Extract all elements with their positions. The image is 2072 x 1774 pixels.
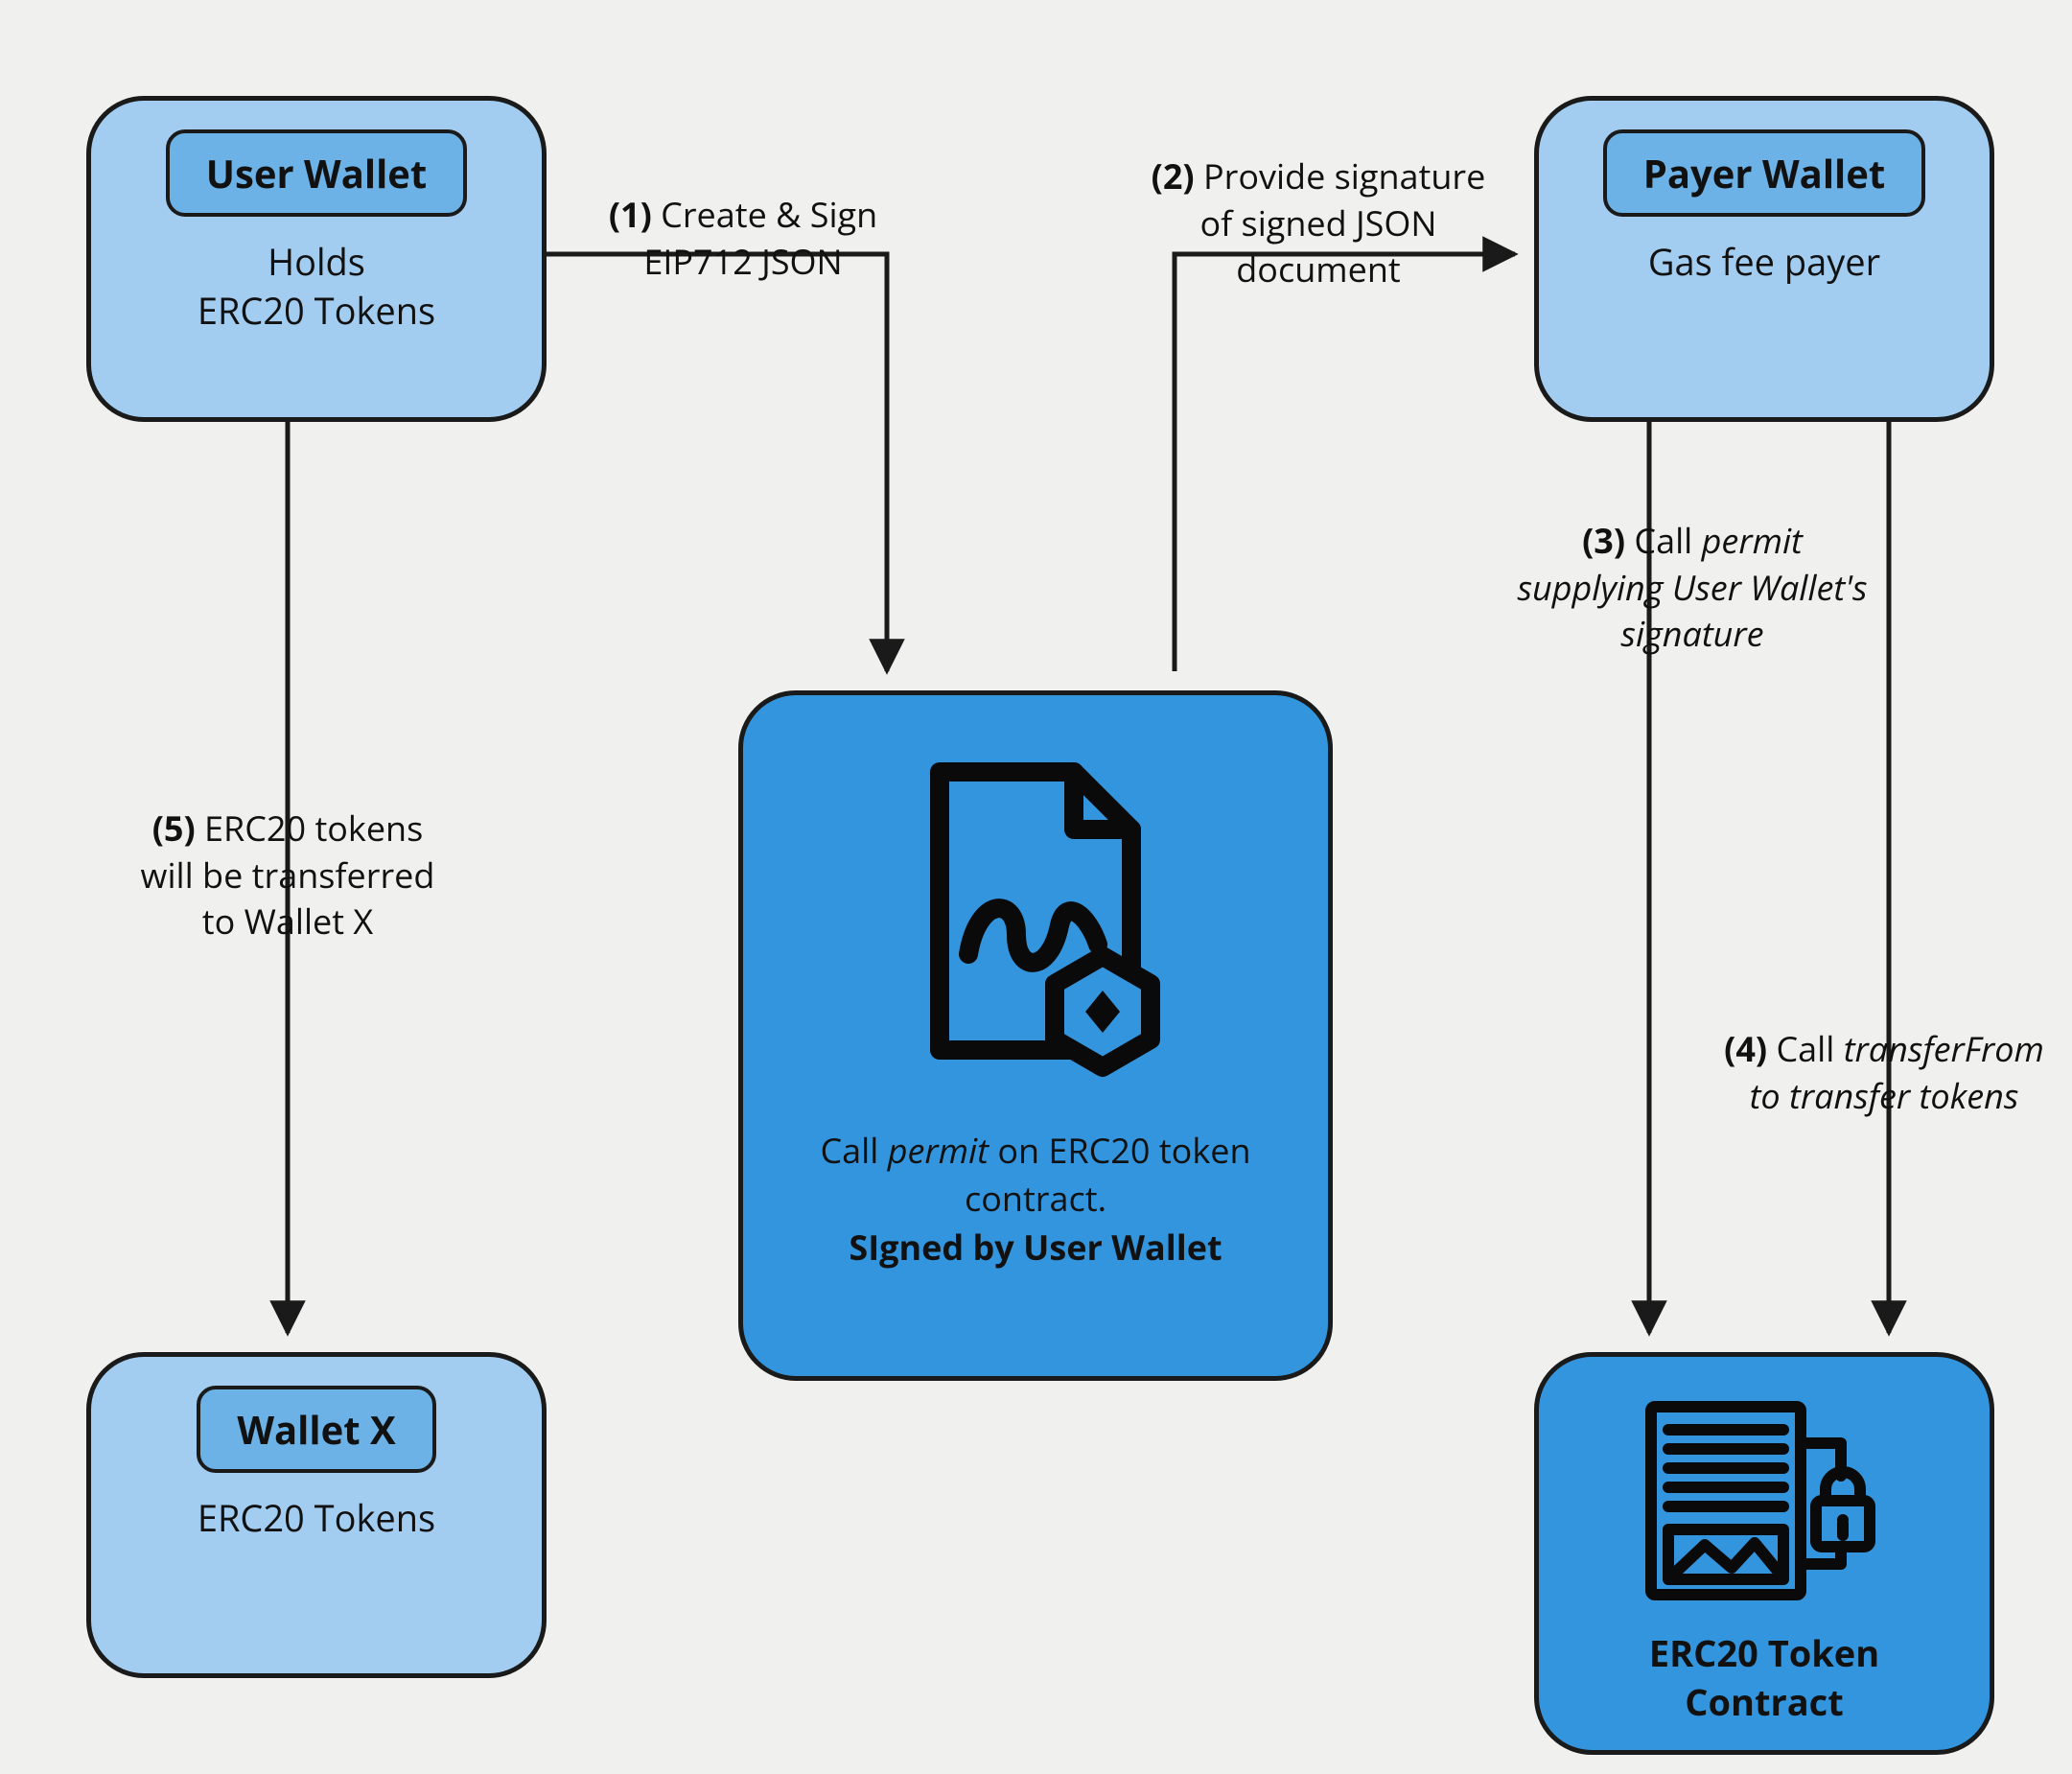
wallet-x-title: Wallet X — [197, 1386, 435, 1473]
payer-wallet-title: Payer Wallet — [1603, 129, 1925, 217]
wallet-x-subtitle: ERC20 Tokens — [198, 1494, 435, 1543]
smart-contract-lock-icon — [1640, 1395, 1889, 1606]
step-4-label: (4) Call transferFrom to transfer tokens — [1707, 1026, 2061, 1119]
erc20-contract-node: ERC20 Token Contract — [1534, 1352, 1994, 1755]
erc20-contract-label: ERC20 Token Contract — [1568, 1629, 1961, 1728]
wallet-x-node: Wallet X ERC20 Tokens — [86, 1352, 547, 1678]
user-wallet-title: User Wallet — [166, 129, 468, 217]
user-wallet-node: User Wallet Holds ERC20 Tokens — [86, 96, 547, 422]
step-3-label: (3) Call permit supplying User Wallet's … — [1515, 518, 1870, 658]
payer-wallet-node: Payer Wallet Gas fee payer — [1534, 96, 1994, 422]
step-5-label: (5) ERC20 tokens will be transferred to … — [125, 805, 451, 945]
step-1-label: (1) Create & Sign EIP712 JSON — [594, 192, 892, 285]
step-2-label: (2) Provide signature of signed JSON doc… — [1131, 153, 1505, 293]
payer-wallet-subtitle: Gas fee payer — [1648, 238, 1880, 287]
signed-document-icon — [882, 753, 1189, 1098]
signed-document-node: Call permit on ERC20 token contract. SIg… — [738, 690, 1333, 1381]
user-wallet-subtitle: Holds ERC20 Tokens — [198, 238, 435, 337]
signed-document-caption: Call permit on ERC20 token contract. SIg… — [772, 1127, 1299, 1272]
